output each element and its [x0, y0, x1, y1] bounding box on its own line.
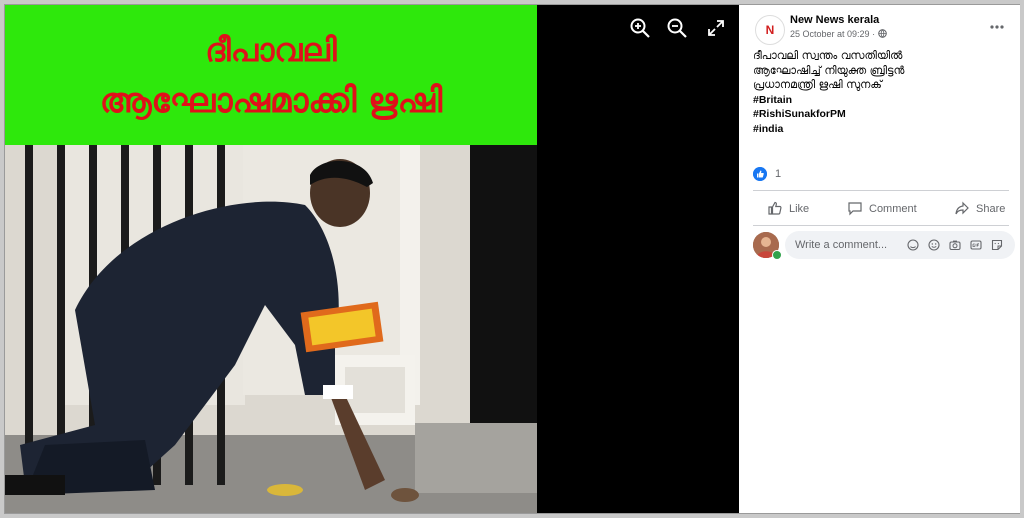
globe-icon [877, 29, 887, 38]
post-meta: 25 October at 09:29 · [790, 29, 887, 39]
sticker-icon[interactable] [991, 239, 1003, 251]
comment-placeholder: Write a comment... [795, 239, 888, 251]
caption-line: ആഘോഷിച്ച് നിയുക്ത ബ്രിട്ടൻ [753, 63, 905, 77]
online-status-indicator [772, 250, 782, 260]
zoom-out-icon[interactable] [666, 17, 688, 39]
post-photo[interactable]: ദീപാവലി ആഘോഷമാക്കി ഋഷി [5, 5, 537, 513]
zoom-in-icon[interactable] [629, 17, 651, 39]
share-button[interactable]: Share [954, 198, 1014, 220]
camera-icon[interactable] [949, 239, 961, 251]
comment-icon [848, 202, 862, 216]
post-caption: ദീപാവലി സ്വന്തം വസതിയിൽ ആഘോഷിച്ച് നിയുക്… [753, 49, 1008, 136]
banner-subtitle: ആഘോഷമാക്കി ഋഷി [99, 81, 443, 121]
banner-title: ദീപാവലി [205, 31, 337, 69]
photo-illustration [5, 145, 537, 513]
comment-input[interactable]: Write a comment... [785, 231, 1015, 259]
divider [753, 190, 1009, 191]
hashtag-link[interactable]: #india [753, 122, 1008, 137]
comment-button[interactable]: Comment [847, 198, 927, 220]
meta-separator: · [869, 29, 878, 39]
avatar-sticker-icon[interactable] [907, 239, 919, 251]
page-name-link[interactable]: New News kerala [790, 14, 879, 26]
share-icon [955, 201, 969, 215]
reaction-count: 1 [775, 168, 782, 180]
thumbs-up-icon [768, 201, 782, 215]
like-reaction-icon [753, 167, 767, 181]
share-label: Share [976, 203, 1006, 215]
avatar-letter: N [765, 23, 775, 37]
emoji-icon[interactable] [928, 239, 940, 251]
post-timestamp[interactable]: 25 October at 09:29 [790, 29, 870, 39]
page-avatar[interactable]: N [755, 15, 785, 45]
like-button[interactable]: Like [767, 198, 827, 220]
like-label: Like [789, 203, 810, 215]
fullscreen-icon[interactable] [705, 17, 727, 39]
photo-viewer: ദീപാവലി ആഘോഷമാക്കി ഋഷി [5, 5, 739, 513]
hashtag-link[interactable]: #Britain [753, 93, 1008, 108]
caption-line: പ്രധാനമന്ത്രി ഋഷി സുനക് [753, 78, 882, 91]
hashtag-link[interactable]: #RishiSunakforPM [753, 107, 1008, 122]
photo-banner: ദീപാവലി ആഘോഷമാക്കി ഋഷി [5, 5, 537, 145]
more-options-icon[interactable] [989, 20, 1005, 34]
post-details-panel: N New News kerala 25 October at 09:29 · … [739, 5, 1020, 513]
photo-scene [5, 145, 537, 513]
comment-label: Comment [869, 203, 917, 215]
photo-viewer-window: ദീപാവലി ആഘോഷമാക്കി ഋഷി N New News kerala… [4, 4, 1020, 514]
caption-line: ദീപാവലി സ്വന്തം വസതിയിൽ [753, 49, 903, 62]
gif-icon[interactable] [970, 239, 982, 251]
divider [753, 225, 1009, 226]
